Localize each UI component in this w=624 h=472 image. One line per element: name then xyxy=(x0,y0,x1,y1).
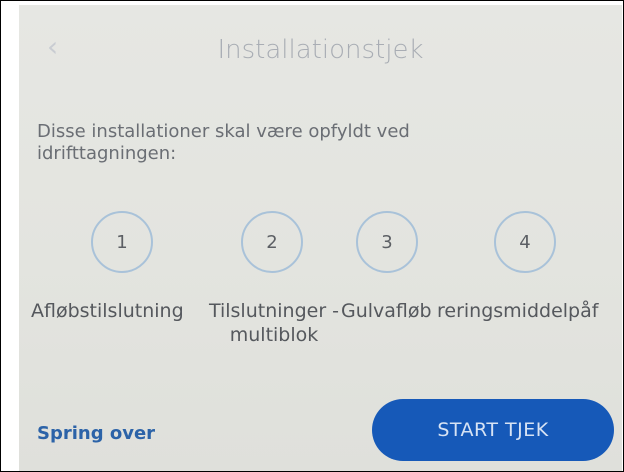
step-circle-2: 2 xyxy=(241,211,303,273)
step-label-3: Gulvafløb xyxy=(341,300,432,322)
instruction-text: Disse installationer skal være opfyldt v… xyxy=(37,121,410,164)
page-title: Installationstjek xyxy=(217,35,424,65)
step-number: 4 xyxy=(519,231,531,253)
step-circle-1: 1 xyxy=(91,211,153,273)
start-check-label: START TJEK xyxy=(437,419,549,441)
step-number: 3 xyxy=(381,231,393,253)
step-number: 1 xyxy=(116,231,128,253)
step-circle-4: 4 xyxy=(494,211,556,273)
step-circle-3: 3 xyxy=(356,211,418,273)
start-check-button[interactable]: START TJEK xyxy=(372,399,614,461)
device-screen: ‹ Installationstjek Disse installationer… xyxy=(19,5,622,471)
step-number: 2 xyxy=(266,231,278,253)
screen-frame: ‹ Installationstjek Disse installationer… xyxy=(0,0,624,472)
step-label-4: reringsmiddelpåf xyxy=(437,300,599,322)
skip-link[interactable]: Spring over xyxy=(37,423,155,444)
step-label-2: Tilslutninger - multiblok xyxy=(208,300,340,346)
step-label-1: Afløbstilslutning xyxy=(31,300,184,322)
